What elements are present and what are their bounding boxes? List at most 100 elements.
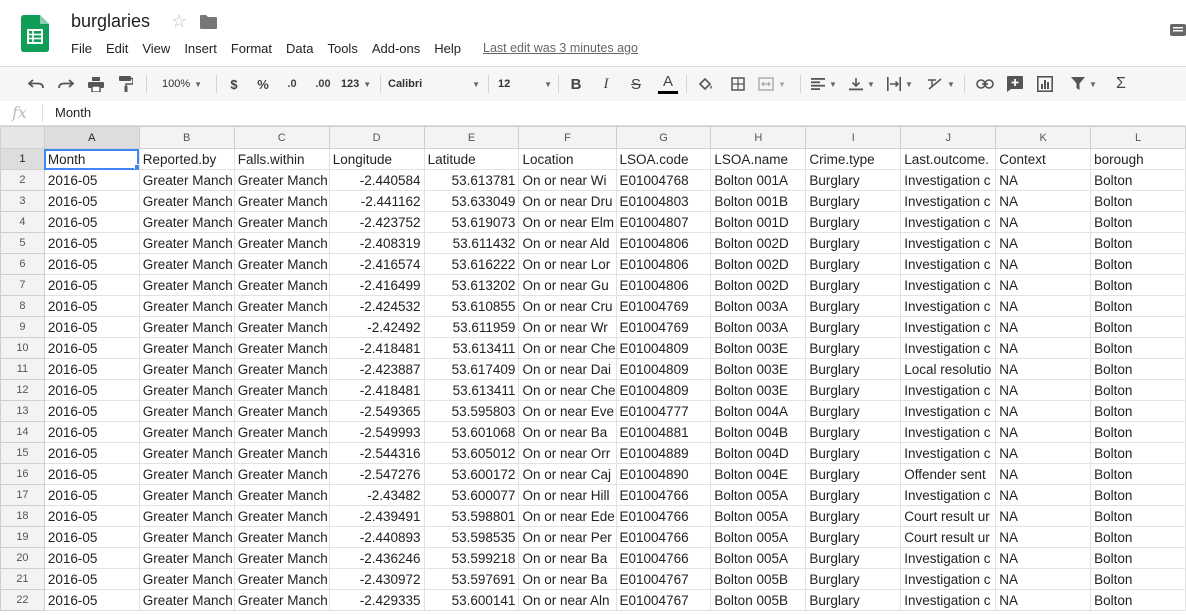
cell-e15[interactable]: 53.605012 (423, 442, 520, 464)
cell-c14[interactable]: Greater Manch (233, 421, 330, 443)
cell-j1[interactable]: Last.outcome. (900, 148, 997, 170)
cell-k13[interactable]: NA (995, 400, 1092, 422)
cell-g4[interactable]: E01004807 (615, 211, 712, 233)
row-header[interactable]: 2 (0, 169, 45, 191)
cell-d17[interactable]: -2.43482 (328, 484, 425, 506)
column-header-f[interactable]: F (518, 126, 617, 149)
cell-g7[interactable]: E01004806 (615, 274, 712, 296)
row-header[interactable]: 21 (0, 568, 45, 590)
row-header[interactable]: 14 (0, 421, 45, 443)
cell-c12[interactable]: Greater Manch (233, 379, 330, 401)
row-header[interactable]: 16 (0, 463, 45, 485)
print-icon[interactable] (86, 67, 106, 101)
row-header[interactable]: 7 (0, 274, 45, 296)
cell-b2[interactable]: Greater Manch (138, 169, 235, 191)
cell-a3[interactable]: 2016-05 (43, 190, 140, 212)
cell-h18[interactable]: Bolton 005A (710, 505, 807, 527)
cell-d10[interactable]: -2.418481 (328, 337, 425, 359)
menu-data[interactable]: Data (279, 41, 320, 56)
cell-c5[interactable]: Greater Manch (233, 232, 330, 254)
cell-f17[interactable]: On or near Hill (518, 484, 617, 506)
cell-b12[interactable]: Greater Manch (138, 379, 235, 401)
cell-d14[interactable]: -2.549993 (328, 421, 425, 443)
redo-icon[interactable] (56, 67, 76, 101)
row-header[interactable]: 3 (0, 190, 45, 212)
folder-icon[interactable] (200, 15, 217, 29)
cell-e3[interactable]: 53.633049 (423, 190, 520, 212)
cell-j13[interactable]: Investigation c (900, 400, 997, 422)
cell-d4[interactable]: -2.423752 (328, 211, 425, 233)
cell-h15[interactable]: Bolton 004D (710, 442, 807, 464)
vertical-align-icon[interactable]: ▼ (846, 67, 878, 101)
text-color-button[interactable]: A (656, 67, 680, 101)
cell-c20[interactable]: Greater Manch (233, 547, 330, 569)
insert-comment-icon[interactable] (1004, 67, 1026, 101)
cell-c1[interactable]: Falls.within (233, 148, 330, 170)
comments-icon[interactable] (1170, 24, 1186, 38)
cell-h3[interactable]: Bolton 001B (710, 190, 807, 212)
cell-j12[interactable]: Investigation c (900, 379, 997, 401)
cell-j19[interactable]: Court result ur (900, 526, 997, 548)
merge-cells-icon[interactable]: ▼ (758, 67, 786, 101)
cell-c22[interactable]: Greater Manch (233, 589, 330, 611)
cell-j9[interactable]: Investigation c (900, 316, 997, 338)
cell-h6[interactable]: Bolton 002D (710, 253, 807, 275)
cell-k22[interactable]: NA (995, 589, 1092, 611)
cell-l4[interactable]: Bolton (1090, 211, 1186, 233)
cell-a20[interactable]: 2016-05 (43, 547, 140, 569)
cell-j16[interactable]: Offender sent (900, 463, 997, 485)
decrease-decimals-button[interactable]: .0 (282, 67, 302, 101)
cell-j18[interactable]: Court result ur (900, 505, 997, 527)
cell-b1[interactable]: Reported.by (138, 148, 235, 170)
text-wrapping-icon[interactable]: ▼ (884, 67, 916, 101)
cell-b7[interactable]: Greater Manch (138, 274, 235, 296)
cell-a8[interactable]: 2016-05 (43, 295, 140, 317)
cell-g16[interactable]: E01004890 (615, 463, 712, 485)
row-header[interactable]: 8 (0, 295, 45, 317)
row-header[interactable]: 18 (0, 505, 45, 527)
formula-input[interactable]: Month (55, 105, 91, 120)
cell-h13[interactable]: Bolton 004A (710, 400, 807, 422)
cell-f8[interactable]: On or near Cru (518, 295, 617, 317)
cell-i10[interactable]: Burglary (805, 337, 902, 359)
cell-i12[interactable]: Burglary (805, 379, 902, 401)
cell-k11[interactable]: NA (995, 358, 1092, 380)
cell-h16[interactable]: Bolton 004E (710, 463, 807, 485)
cell-h11[interactable]: Bolton 003E (710, 358, 807, 380)
paint-format-icon[interactable] (116, 67, 136, 101)
cell-h1[interactable]: LSOA.name (710, 148, 807, 170)
cell-f14[interactable]: On or near Ba (518, 421, 617, 443)
cell-k16[interactable]: NA (995, 463, 1092, 485)
cell-e11[interactable]: 53.617409 (423, 358, 520, 380)
cell-h4[interactable]: Bolton 001D (710, 211, 807, 233)
cell-b22[interactable]: Greater Manch (138, 589, 235, 611)
cell-g18[interactable]: E01004766 (615, 505, 712, 527)
cell-e14[interactable]: 53.601068 (423, 421, 520, 443)
cell-l5[interactable]: Bolton (1090, 232, 1186, 254)
cell-f1[interactable]: Location (518, 148, 617, 170)
zoom-select[interactable]: 100% ▼ (156, 67, 208, 101)
cell-h22[interactable]: Bolton 005B (710, 589, 807, 611)
cell-k9[interactable]: NA (995, 316, 1092, 338)
cell-j17[interactable]: Investigation c (900, 484, 997, 506)
cell-i20[interactable]: Burglary (805, 547, 902, 569)
cell-f7[interactable]: On or near Gu (518, 274, 617, 296)
column-header-k[interactable]: K (995, 126, 1092, 149)
column-header-c[interactable]: C (233, 126, 330, 149)
cell-f21[interactable]: On or near Ba (518, 568, 617, 590)
cell-i1[interactable]: Crime.type (805, 148, 902, 170)
cell-b3[interactable]: Greater Manch (138, 190, 235, 212)
cell-b4[interactable]: Greater Manch (138, 211, 235, 233)
cell-a14[interactable]: 2016-05 (43, 421, 140, 443)
cell-l12[interactable]: Bolton (1090, 379, 1186, 401)
cell-c9[interactable]: Greater Manch (233, 316, 330, 338)
column-header-i[interactable]: I (805, 126, 902, 149)
cell-l16[interactable]: Bolton (1090, 463, 1186, 485)
menu-addons[interactable]: Add-ons (365, 41, 427, 56)
column-header-l[interactable]: L (1090, 126, 1186, 149)
cell-c8[interactable]: Greater Manch (233, 295, 330, 317)
cell-d11[interactable]: -2.423887 (328, 358, 425, 380)
cell-a1[interactable]: Month (43, 148, 140, 170)
cell-h19[interactable]: Bolton 005A (710, 526, 807, 548)
cell-f10[interactable]: On or near Che (518, 337, 617, 359)
